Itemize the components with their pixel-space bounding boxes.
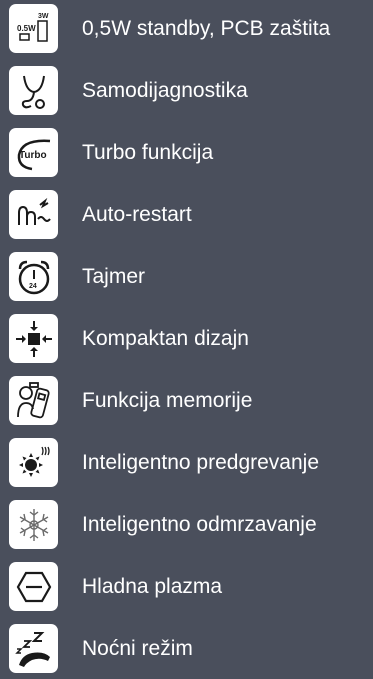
turbo-icon: Turbo: [9, 128, 58, 177]
feature-label: Funkcija memorije: [82, 389, 253, 412]
feature-label: Kompaktan dizajn: [82, 327, 249, 350]
alarm-clock-icon: 24: [9, 252, 58, 301]
feature-row-standby: 0.5W 3W 0,5W standby, PCB zaštita: [0, 0, 373, 58]
svg-text:3W: 3W: [38, 13, 49, 20]
feature-row-timer: 24 Tajmer: [0, 248, 373, 306]
feature-list: 0.5W 3W 0,5W standby, PCB zaštita Samodi…: [0, 0, 373, 679]
standby-pcb-icon: 0.5W 3W: [9, 4, 58, 53]
feature-label: Noćni režim: [82, 637, 193, 660]
feature-label: Auto-restart: [82, 203, 192, 226]
feature-label: Tajmer: [82, 265, 146, 288]
feature-row-cold-plasma: Hladna plazma: [0, 558, 373, 616]
compact-arrows-icon: [9, 314, 58, 363]
auto-restart-icon: [9, 190, 58, 239]
feature-row-night-mode: Noćni režim: [0, 620, 373, 678]
cold-plasma-icon: [9, 562, 58, 611]
feature-row-defrost: Inteligentno odmrzavanje: [0, 496, 373, 554]
feature-label: Inteligentno predgrevanje: [82, 451, 320, 474]
feature-label: Samodijagnostika: [82, 79, 248, 102]
feature-label: Turbo funkcija: [82, 141, 214, 164]
self-diagnosis-icon: [9, 66, 58, 115]
feature-label: Inteligentno odmrzavanje: [82, 513, 317, 536]
feature-row-turbo: Turbo Turbo funkcija: [0, 124, 373, 182]
feature-label: 0,5W standby, PCB zaštita: [82, 17, 331, 40]
svg-text:Turbo: Turbo: [19, 150, 47, 161]
night-mode-icon: [9, 624, 58, 673]
feature-row-auto-restart: Auto-restart: [0, 186, 373, 244]
feature-row-memory: Funkcija memorije: [0, 372, 373, 430]
feature-row-preheat: Inteligentno predgrevanje: [0, 434, 373, 492]
svg-text:0.5W: 0.5W: [17, 24, 36, 33]
feature-row-self-diagnosis: Samodijagnostika: [0, 62, 373, 120]
feature-label: Hladna plazma: [82, 575, 223, 598]
preheat-fan-icon: [9, 438, 58, 487]
defrost-snowflake-icon: [9, 500, 58, 549]
feature-row-compact: Kompaktan dizajn: [0, 310, 373, 368]
memory-remote-icon: [9, 376, 58, 425]
svg-text:24: 24: [29, 283, 37, 290]
